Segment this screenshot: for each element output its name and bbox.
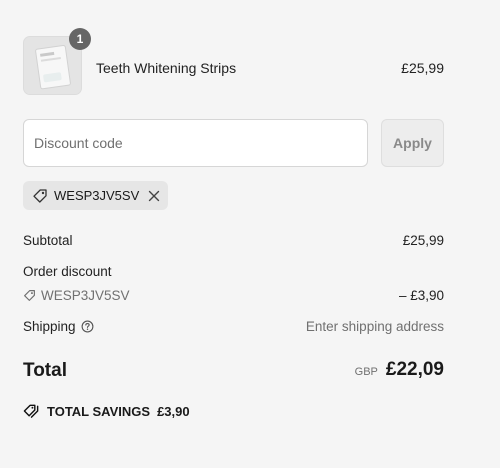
total-label: Total — [23, 360, 67, 381]
line-item: 1 Teeth Whitening Strips £25,99 — [23, 28, 444, 97]
total-value: £22,09 — [385, 359, 444, 380]
total-savings: TOTAL SAVINGS £3,90 — [23, 403, 190, 419]
applied-discount-code: WESP3JV5SV — [54, 188, 140, 203]
savings-label: TOTAL SAVINGS — [47, 403, 151, 419]
savings-value: £3,90 — [157, 403, 190, 419]
tag-icon — [24, 290, 35, 301]
total-value-group: GBP £22,09 — [355, 359, 444, 381]
currency-code: GBP — [354, 366, 378, 378]
shipping-label: Shipping — [23, 319, 76, 334]
help-icon[interactable] — [81, 320, 94, 333]
discount-code-input[interactable] — [23, 119, 368, 167]
remove-discount-icon[interactable] — [148, 190, 160, 202]
apply-button[interactable]: Apply — [381, 119, 444, 167]
product-name: Teeth Whitening Strips — [96, 60, 237, 76]
product-price: £25,99 — [401, 60, 444, 76]
discount-code-name: WESP3JV5SV — [41, 288, 130, 303]
applied-discount-chip: WESP3JV5SV — [23, 181, 169, 210]
discount-value: – £3,90 — [398, 288, 444, 303]
order-discount-label: Order discount — [23, 264, 112, 279]
subtotal-label: Subtotal — [23, 233, 73, 248]
tags-icon — [23, 404, 39, 418]
subtotal-value: £25,99 — [402, 233, 444, 248]
quantity-badge: 1 — [69, 28, 91, 50]
tag-icon — [33, 188, 47, 203]
shipping-value: Enter shipping address — [305, 319, 444, 334]
